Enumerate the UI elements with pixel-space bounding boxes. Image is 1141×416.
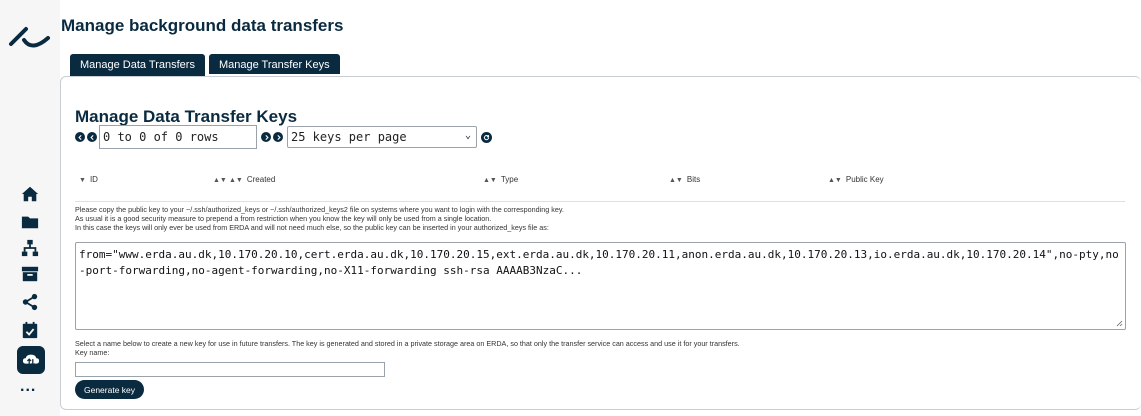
help-line: In this case the keys will only ever be … <box>75 223 549 232</box>
sort-icon: ▼ <box>79 177 86 184</box>
home-icon[interactable] <box>18 182 42 206</box>
resize-handle-icon[interactable] <box>1116 320 1123 327</box>
tab-manage-data-transfers[interactable]: Manage Data Transfers <box>70 54 205 76</box>
chevron-down-icon: ⌄ <box>464 130 471 141</box>
refresh-icon[interactable] <box>481 131 492 143</box>
sort-icon: ▲▼ <box>828 177 842 184</box>
divider <box>75 201 1125 202</box>
key-name-label: Key name: <box>75 348 110 357</box>
help-line: Please copy the public key to your ~/.ss… <box>75 205 564 214</box>
sort-icon: ▲▼ <box>229 177 243 184</box>
folder-icon[interactable] <box>18 210 42 234</box>
column-header-created[interactable]: ▲▼ Created <box>229 175 275 184</box>
last-page-icon[interactable] <box>273 132 283 142</box>
more-icon[interactable]: ... <box>20 378 36 396</box>
public-key-textarea[interactable]: from="www.erda.au.dk,10.170.20.10,cert.e… <box>75 242 1126 330</box>
create-key-help: Select a name below to create a new key … <box>75 339 740 357</box>
per-page-select[interactable]: 25 keys per page ⌄ <box>287 126 477 148</box>
calendar-check-icon[interactable] <box>18 318 42 342</box>
next-page-icon[interactable] <box>261 132 271 142</box>
logo-icon <box>9 27 50 48</box>
key-name-input[interactable] <box>75 362 385 377</box>
archive-icon[interactable] <box>18 262 42 286</box>
section-title: Manage Data Transfer Keys <box>75 107 298 126</box>
tab-bar: Manage Data Transfers Manage Transfer Ke… <box>70 54 340 76</box>
tab-manage-transfer-keys[interactable]: Manage Transfer Keys <box>208 54 340 76</box>
column-header-public-key[interactable]: ▲▼ Public Key <box>828 175 884 184</box>
page-range-input[interactable]: 0 to 0 of 0 rows <box>99 125 257 149</box>
create-info-text: Select a name below to create a new key … <box>75 339 740 348</box>
first-page-icon[interactable] <box>75 132 85 142</box>
generate-key-button[interactable]: Generate key <box>75 380 144 399</box>
cloud-transfer-icon[interactable] <box>17 346 45 374</box>
share-icon[interactable] <box>18 290 42 314</box>
prev-page-icon[interactable] <box>87 132 97 142</box>
column-header-bits[interactable]: ▲▼ Bits <box>669 175 700 184</box>
per-page-value: 25 keys per page <box>291 130 407 144</box>
column-header-id[interactable]: ▼ ID <box>79 175 98 184</box>
page-title: Manage background data transfers <box>61 16 344 35</box>
help-line: As usual it is a good security measure t… <box>75 214 492 223</box>
column-header-type[interactable]: ▲▼ Type <box>483 175 518 184</box>
table-header: ▼ ID ▲▼ ▲▼ Created ▲▼ Type ▲▼ Bits ▲▼ Public … <box>75 172 1125 190</box>
authorized-keys-help: Please copy the public key to your ~/.ss… <box>75 205 564 232</box>
left-nav-rail: ... <box>0 0 60 416</box>
table-pager: 0 to 0 of 0 rows 25 keys per page ⌄ <box>75 125 492 149</box>
sort-icon: ▲▼ <box>669 177 683 184</box>
sort-icon: ▲▼ <box>483 177 497 184</box>
public-key-text: from="www.erda.au.dk,10.170.20.10,cert.e… <box>79 248 1119 277</box>
sitemap-icon[interactable] <box>18 236 42 260</box>
